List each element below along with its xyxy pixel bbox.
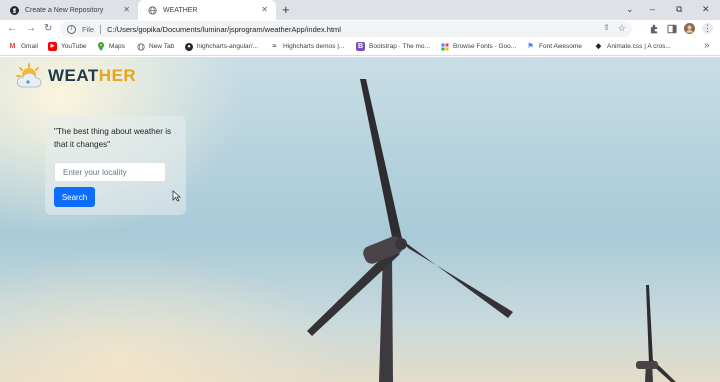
more-bookmarks-icon[interactable]: » (704, 40, 710, 51)
highcharts-icon: ≈ (272, 43, 277, 50)
tab-title: WEATHER (163, 6, 198, 14)
chevron-down-icon[interactable]: ⌄ (626, 2, 634, 16)
minimize-button[interactable]: – (650, 2, 655, 16)
gmail-icon: M (9, 43, 16, 50)
youtube-icon: ▶ (48, 42, 57, 51)
bookmark-label: New Tab (149, 43, 175, 50)
github-icon (184, 42, 193, 51)
close-tab-icon[interactable]: ✕ (261, 5, 268, 15)
bookmark-label: Highcharts demos |... (283, 43, 345, 50)
bookmark-gmail[interactable]: M Gmail (8, 41, 38, 52)
bookmark-google-fonts[interactable]: Browse Fonts - Goo... (440, 41, 516, 52)
share-icon[interactable]: ⇪ (603, 23, 610, 32)
app-title-part2: HER (98, 66, 137, 85)
bookmark-label: Font Awesome (539, 43, 582, 50)
extensions-icon[interactable] (648, 23, 659, 34)
flag-icon: ⚑ (527, 43, 534, 50)
turbine-blade (360, 79, 403, 247)
turbine-hub (395, 238, 407, 250)
tab-title: Create a New Repository (25, 6, 104, 14)
bookmark-new-tab[interactable]: New Tab (136, 41, 174, 52)
turbine-nacelle (636, 361, 658, 369)
weather-quote: "The best thing about weather is that it… (54, 127, 172, 149)
app-brand: WEATHER (16, 63, 136, 89)
new-tab-button[interactable]: + (282, 1, 290, 19)
tab-strip: Create a New Repository ✕ WEATHER ✕ + ⌄ … (0, 0, 720, 20)
forward-button[interactable]: → (26, 21, 36, 37)
bookmark-label: highcharts-angular/... (197, 43, 259, 50)
bookmark-label: Browse Fonts - Goo... (453, 43, 517, 50)
google-fonts-icon (440, 42, 449, 51)
globe-icon (136, 42, 145, 51)
close-window-button[interactable]: ✕ (702, 2, 710, 16)
search-card: "The best thing about weather is that it… (45, 116, 186, 215)
address-url[interactable]: C:/Users/gopika/Documents/luminar/jsprog… (107, 25, 341, 34)
animate-icon: ◆ (595, 43, 602, 50)
wind-turbine-background (307, 79, 676, 382)
globe-icon (148, 5, 157, 15)
app-title-part1: WEAT (48, 66, 99, 85)
bookmark-label: Animate.css | A cros... (607, 43, 671, 50)
info-icon[interactable]: i (67, 24, 76, 34)
bookmark-label: Gmail (21, 43, 38, 50)
bootstrap-icon: B (356, 42, 365, 51)
bookmark-label: YouTube (61, 43, 87, 50)
bookmark-bootstrap[interactable]: B Bootstrap · The mo... (356, 41, 430, 52)
bookmark-label: Bootstrap · The mo... (369, 43, 430, 50)
close-tab-icon[interactable]: ✕ (123, 5, 130, 15)
bookmark-youtube[interactable]: ▶ YouTube (48, 41, 87, 52)
bookmarks-bar: M Gmail ▶ YouTube Maps New Tab highchart… (0, 38, 720, 56)
bookmark-highcharts-demos[interactable]: ≈ Highcharts demos |... (270, 41, 345, 52)
bookmark-label: Maps (109, 43, 125, 50)
turbine-blade (402, 240, 513, 318)
maps-icon (96, 42, 105, 51)
back-button[interactable]: ← (7, 21, 17, 37)
tab-create-repository[interactable]: Create a New Repository ✕ (0, 0, 138, 20)
turbine-blade (646, 285, 653, 363)
weather-app-page: WEATHER "The best thing about weather is… (0, 57, 720, 382)
reload-button[interactable]: ↻ (44, 21, 52, 37)
browser-toolbar: ← → ↻ i File C:/Users/gopika/Documents/l… (0, 20, 720, 38)
app-title: WEATHER (48, 66, 136, 86)
star-icon[interactable]: ☆ (618, 23, 626, 34)
bookmark-maps[interactable]: Maps (96, 41, 125, 52)
github-icon (10, 5, 19, 15)
menu-icon[interactable]: ⋮ (702, 23, 713, 34)
mouse-cursor-icon (172, 190, 181, 202)
address-bar[interactable]: i File C:/Users/gopika/Documents/luminar… (60, 21, 632, 37)
divider (100, 24, 102, 34)
bookmark-highcharts-angular[interactable]: highcharts-angular/... (184, 41, 258, 52)
restore-button[interactable]: ⧉ (676, 2, 682, 16)
bookmark-font-awesome[interactable]: ⚑ Font Awesome (526, 41, 582, 52)
tab-weather[interactable]: WEATHER ✕ (138, 0, 276, 20)
avatar[interactable] (684, 23, 695, 34)
bookmark-animate-css[interactable]: ◆ Animate.css | A cros... (594, 41, 671, 52)
address-scheme: File (82, 24, 95, 34)
locality-input[interactable] (54, 162, 166, 182)
side-panel-icon[interactable] (666, 23, 677, 34)
weather-logo-icon (16, 63, 44, 89)
search-button[interactable]: Search (54, 187, 95, 207)
